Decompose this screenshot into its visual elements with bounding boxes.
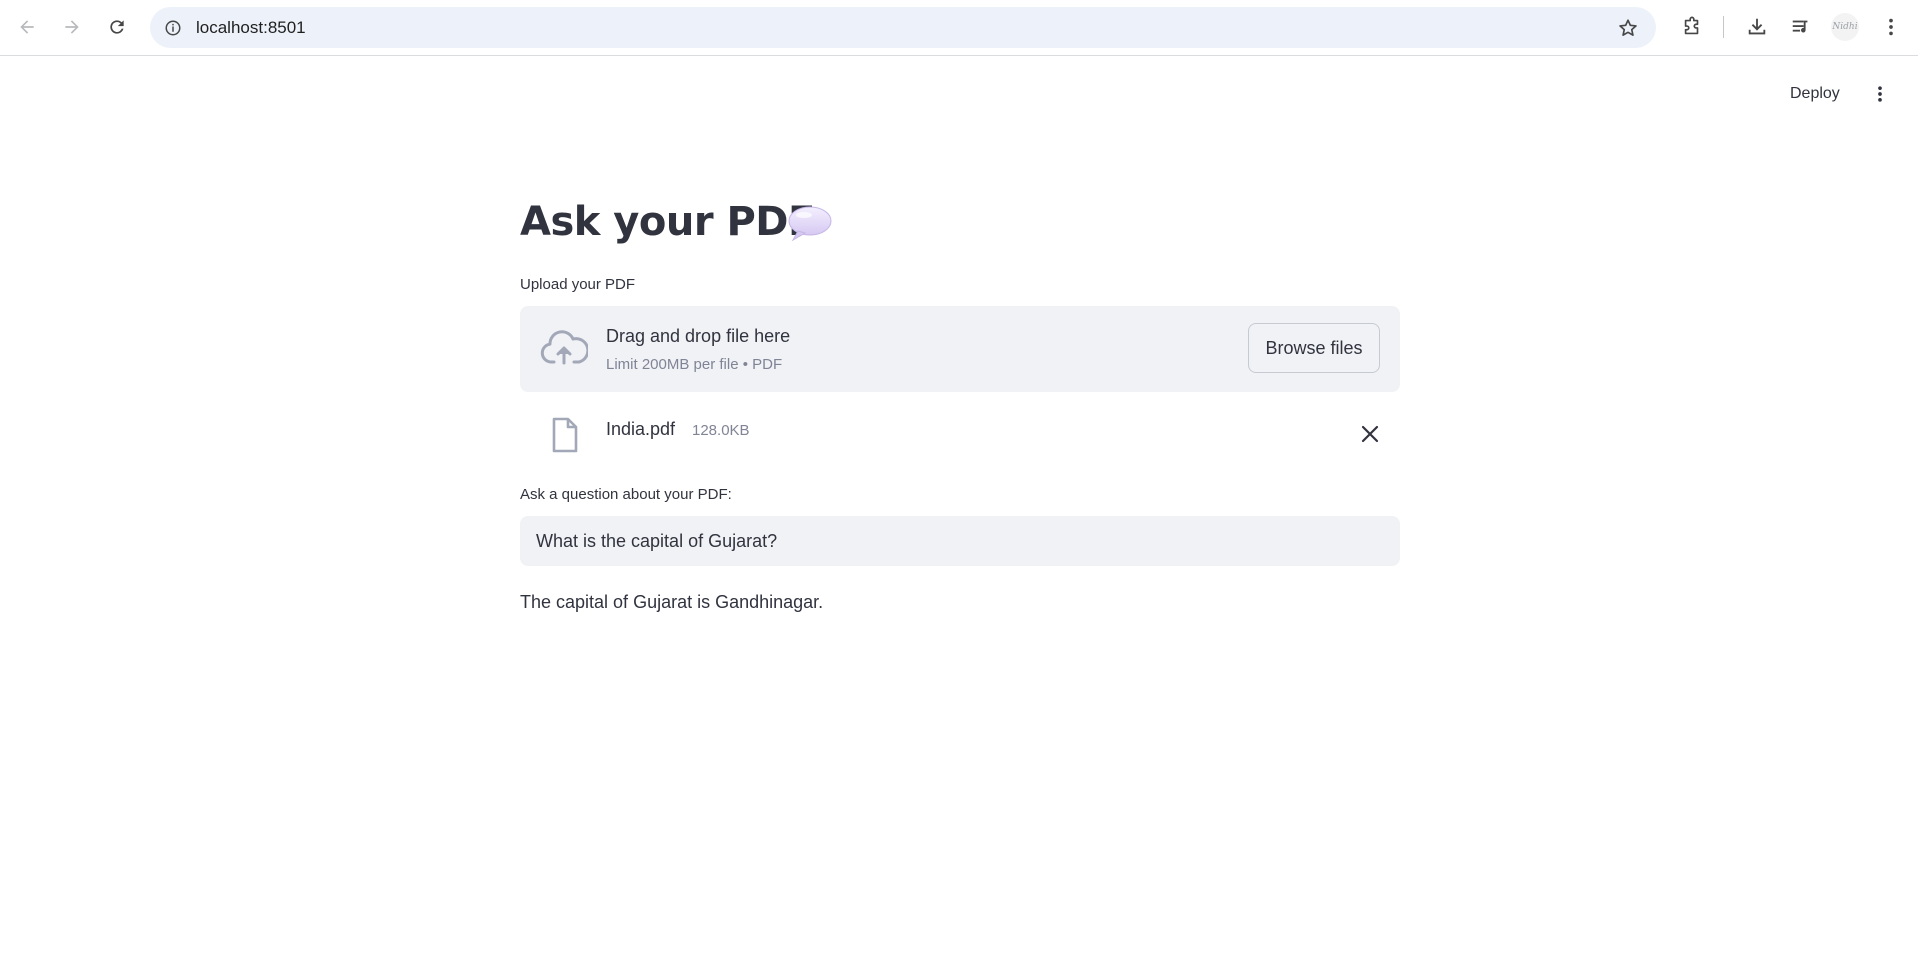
browse-files-button[interactable]: Browse files xyxy=(1248,323,1380,373)
reload-icon xyxy=(110,20,124,34)
reload-button[interactable] xyxy=(100,10,134,44)
back-button[interactable] xyxy=(10,10,44,44)
app-menu-icon[interactable] xyxy=(1866,80,1894,108)
toolbar-divider xyxy=(1723,16,1724,38)
arrow-right-icon xyxy=(65,20,79,34)
profile-avatar[interactable]: Nidhi xyxy=(1830,12,1860,42)
file-size: 128.0KB xyxy=(692,422,750,439)
site-info-icon[interactable] xyxy=(162,17,184,39)
file-name: India.pdf xyxy=(606,419,676,439)
browser-toolbar: localhost:8501 Nidhi xyxy=(0,0,1918,56)
remove-file-button[interactable] xyxy=(1356,420,1384,448)
page-title: Ask your PDF xyxy=(520,199,815,245)
browser-menu-icon[interactable] xyxy=(1876,12,1906,42)
file-icon xyxy=(552,417,578,453)
answer-text: The capital of Gujarat is Gandhinagar. xyxy=(520,592,824,612)
uploaded-file-item: India.pdf 128.0KB xyxy=(520,408,1400,464)
url-text[interactable]: localhost:8501 xyxy=(196,18,306,38)
close-icon xyxy=(1361,425,1379,443)
question-label: Ask a question about your PDF: xyxy=(520,486,732,503)
bookmark-star-icon[interactable] xyxy=(1616,16,1640,40)
forward-button[interactable] xyxy=(55,10,89,44)
dropzone-limit-text: Limit 200MB per file • PDF xyxy=(606,356,783,373)
media-control-icon[interactable] xyxy=(1786,12,1816,42)
file-dropzone[interactable]: Drag and drop file here Limit 200MB per … xyxy=(520,306,1400,392)
arrow-left-icon xyxy=(20,20,34,34)
cloud-upload-icon xyxy=(540,330,588,365)
download-icon[interactable] xyxy=(1742,12,1772,42)
upload-label: Upload your PDF xyxy=(520,276,636,293)
question-input[interactable] xyxy=(520,516,1400,566)
deploy-button[interactable]: Deploy xyxy=(1786,83,1844,105)
extensions-icon[interactable] xyxy=(1677,12,1707,42)
dropzone-title: Drag and drop file here xyxy=(606,326,791,346)
avatar: Nidhi xyxy=(1831,13,1859,41)
speech-balloon-icon xyxy=(788,206,832,242)
address-bar[interactable]: localhost:8501 xyxy=(150,7,1656,48)
